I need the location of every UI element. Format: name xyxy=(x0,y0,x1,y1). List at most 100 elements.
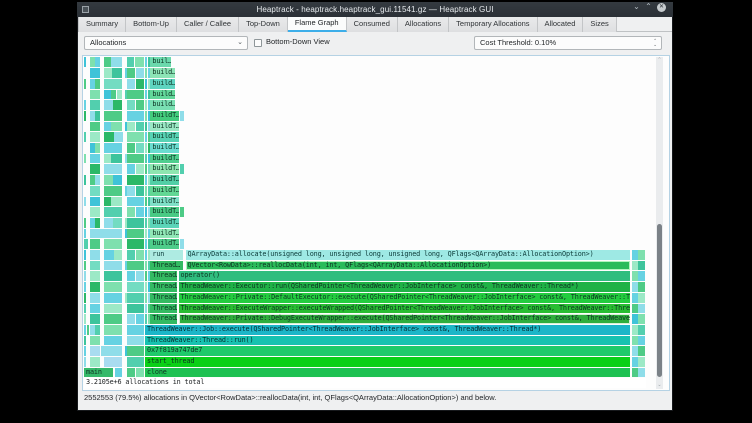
flame-cell[interactable] xyxy=(104,218,113,228)
flame-cell[interactable] xyxy=(104,111,123,121)
flame-frame[interactable]: clone xyxy=(145,368,630,378)
flame-frame[interactable]: main xyxy=(84,368,113,378)
flame-cell[interactable] xyxy=(84,79,86,89)
flame-cell[interactable] xyxy=(84,229,86,239)
flame-cell[interactable] xyxy=(136,143,145,153)
flame-frame[interactable]: start_thread xyxy=(145,357,630,367)
tab-summary[interactable]: Summary xyxy=(78,17,126,32)
flame-cell[interactable] xyxy=(127,250,135,260)
flame-cell[interactable] xyxy=(90,325,95,335)
flame-cell[interactable] xyxy=(127,346,144,356)
flame-cell[interactable] xyxy=(90,357,100,367)
flame-cell[interactable] xyxy=(632,304,638,314)
scroll-up-icon[interactable]: ⌃ xyxy=(655,57,664,63)
cost-type-combobox[interactable]: Allocations ⌄ xyxy=(84,36,248,50)
flame-cell[interactable] xyxy=(104,293,123,303)
flame-cell[interactable] xyxy=(632,250,638,260)
flame-cell[interactable] xyxy=(136,314,145,324)
flame-frame[interactable]: QArrayData::allocate(unsigned long, unsi… xyxy=(186,250,631,260)
flame-frame[interactable]: build… xyxy=(150,90,175,100)
flame-cell[interactable] xyxy=(127,175,144,185)
flame-cell[interactable] xyxy=(127,293,144,303)
flame-cell[interactable] xyxy=(104,90,111,100)
flame-cell[interactable] xyxy=(114,132,123,142)
flame-cell[interactable] xyxy=(90,79,95,89)
flame-frame[interactable]: Thread… xyxy=(150,314,177,324)
flame-cell[interactable] xyxy=(127,79,135,89)
flame-cell[interactable] xyxy=(84,132,86,142)
flame-cell[interactable] xyxy=(95,218,100,228)
flame-frame[interactable]: buildT… xyxy=(150,197,179,207)
flame-cell[interactable] xyxy=(127,271,135,281)
flame-frame[interactable]: 3.2105e+6 allocations in total xyxy=(84,378,646,388)
flame-cell[interactable] xyxy=(101,346,122,356)
flame-frame[interactable]: run xyxy=(150,250,183,260)
flame-cell[interactable] xyxy=(127,207,135,217)
flame-cell[interactable] xyxy=(632,261,638,271)
flame-cell[interactable] xyxy=(84,154,86,164)
flame-frame[interactable]: buildT… xyxy=(150,239,179,249)
flame-cell[interactable] xyxy=(104,175,113,185)
flame-cell[interactable] xyxy=(632,293,638,303)
flame-cell[interactable] xyxy=(111,122,122,132)
flame-cell[interactable] xyxy=(632,357,638,367)
flame-frame[interactable]: ThreadWeaver::Job::execute(QSharedPointe… xyxy=(145,325,630,335)
flame-frame[interactable]: operator() xyxy=(179,271,631,281)
flame-cell[interactable] xyxy=(104,122,111,132)
flame-cell[interactable] xyxy=(180,239,184,249)
tab-flame-graph[interactable]: Flame Graph xyxy=(288,17,347,32)
flame-cell[interactable] xyxy=(84,197,86,207)
flame-cell[interactable] xyxy=(104,164,123,174)
flame-cell[interactable] xyxy=(104,143,123,153)
flame-cell[interactable] xyxy=(127,218,144,228)
flame-cell[interactable] xyxy=(632,346,638,356)
flame-cell[interactable] xyxy=(90,250,100,260)
flame-cell[interactable] xyxy=(95,57,100,67)
flame-frame[interactable]: Thread… xyxy=(150,282,177,292)
flame-cell[interactable] xyxy=(127,357,144,367)
flame-cell[interactable] xyxy=(638,346,645,356)
flame-cell[interactable] xyxy=(104,132,114,142)
tab-allocations[interactable]: Allocations xyxy=(398,17,449,32)
flame-cell[interactable] xyxy=(104,68,112,78)
flame-cell[interactable] xyxy=(95,143,100,153)
flame-cell[interactable] xyxy=(113,175,122,185)
flame-frame[interactable]: buil… xyxy=(150,57,171,67)
flame-cell[interactable] xyxy=(127,325,144,335)
flame-cell[interactable] xyxy=(638,293,645,303)
flame-cell[interactable] xyxy=(104,271,123,281)
flame-cell[interactable] xyxy=(90,186,100,196)
maximize-button[interactable]: ⌃ xyxy=(643,0,654,15)
flame-cell[interactable] xyxy=(127,57,134,67)
flame-cell[interactable] xyxy=(113,100,122,110)
flame-cell[interactable] xyxy=(95,111,100,121)
flame-frame[interactable]: buildT… xyxy=(150,111,179,121)
flame-cell[interactable] xyxy=(95,79,100,89)
flame-cell[interactable] xyxy=(84,282,86,292)
flame-frame[interactable]: ThreadWeaver::Private::DebugExecuteWrapp… xyxy=(179,314,631,324)
flame-cell[interactable] xyxy=(84,304,86,314)
flame-frame[interactable]: Thread… xyxy=(150,293,177,303)
flame-frame[interactable]: buildT… xyxy=(150,154,179,164)
flame-cell[interactable] xyxy=(90,293,100,303)
flame-cell[interactable] xyxy=(90,218,95,228)
flame-cell[interactable] xyxy=(638,304,645,314)
flame-cell[interactable] xyxy=(127,68,135,78)
flame-cell[interactable] xyxy=(136,186,145,196)
flame-cell[interactable] xyxy=(104,282,123,292)
flame-cell[interactable] xyxy=(84,175,86,185)
minimize-button[interactable]: ⌄ xyxy=(631,0,642,15)
flame-frame[interactable]: ThreadWeaver::Private::DefaultExecutor::… xyxy=(179,293,631,303)
flame-frame[interactable]: buildT… xyxy=(150,143,179,153)
scrollbar-thumb[interactable] xyxy=(657,224,662,377)
flame-cell[interactable] xyxy=(638,271,645,281)
flame-cell[interactable] xyxy=(632,271,638,281)
title-bar[interactable]: Heaptrack - heaptrack.heaptrack_gui.1154… xyxy=(77,2,673,17)
flame-cell[interactable] xyxy=(104,336,123,346)
flame-frame[interactable]: Thread… xyxy=(150,304,177,314)
flame-cell[interactable] xyxy=(104,57,111,67)
flame-cell[interactable] xyxy=(115,368,122,378)
flame-frame[interactable]: Thread… xyxy=(150,261,183,271)
flame-frame[interactable]: ThreadWeaver::ExecuteWrapper::executeWra… xyxy=(179,304,631,314)
flame-cell[interactable] xyxy=(127,100,135,110)
